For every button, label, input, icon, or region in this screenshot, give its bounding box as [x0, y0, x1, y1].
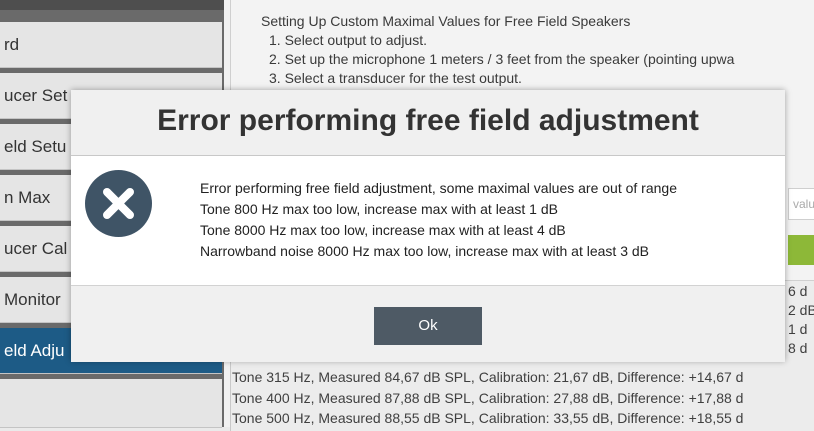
result-fragment: 6 d [788, 283, 808, 299]
dialog-message-line: Error performing free field adjustment, … [200, 180, 677, 196]
result-line: Tone 315 Hz, Measured 84,67 dB SPL, Cali… [232, 369, 744, 385]
dialog-title: Error performing free field adjustment [157, 104, 699, 137]
sidebar-header [0, 0, 224, 10]
dialog-footer: Ok [71, 285, 785, 362]
result-line: Tone 500 Hz, Measured 88,55 dB SPL, Cali… [232, 410, 744, 426]
instruction-step-3: 3. Select a transducer for the test outp… [269, 70, 522, 86]
instruction-step-1: 1. Select output to adjust. [269, 32, 427, 48]
result-fragment: 8 d [788, 340, 808, 356]
dialog-message: Error performing free field adjustment, … [200, 178, 677, 262]
instruction-step-2: 2. Set up the microphone 1 meters / 3 fe… [269, 51, 735, 67]
ok-button[interactable]: Ok [374, 307, 482, 345]
dialog-message-line: Tone 8000 Hz max too low, increase max w… [200, 222, 566, 238]
instructions-heading: Setting Up Custom Maximal Values for Fre… [261, 13, 631, 29]
sidebar-item-wizard[interactable]: rd [0, 22, 222, 68]
error-x-icon [85, 170, 152, 237]
sidebar-item-empty [0, 379, 222, 428]
result-fragment: 2 dB [788, 302, 814, 318]
dialog-message-line: Narrowband noise 8000 Hz max too low, in… [200, 243, 650, 259]
result-line: Tone 400 Hz, Measured 87,88 dB SPL, Cali… [232, 390, 744, 406]
dialog-title-bar: Error performing free field adjustment [71, 90, 785, 156]
instructions: Setting Up Custom Maximal Values for Fre… [261, 12, 734, 88]
result-fragment: 1 d [788, 321, 808, 337]
green-action-button[interactable] [788, 235, 814, 265]
value-input[interactable]: valu [788, 188, 814, 220]
error-dialog: Error performing free field adjustment E… [71, 90, 785, 362]
dialog-message-line: Tone 800 Hz max too low, increase max wi… [200, 201, 558, 217]
